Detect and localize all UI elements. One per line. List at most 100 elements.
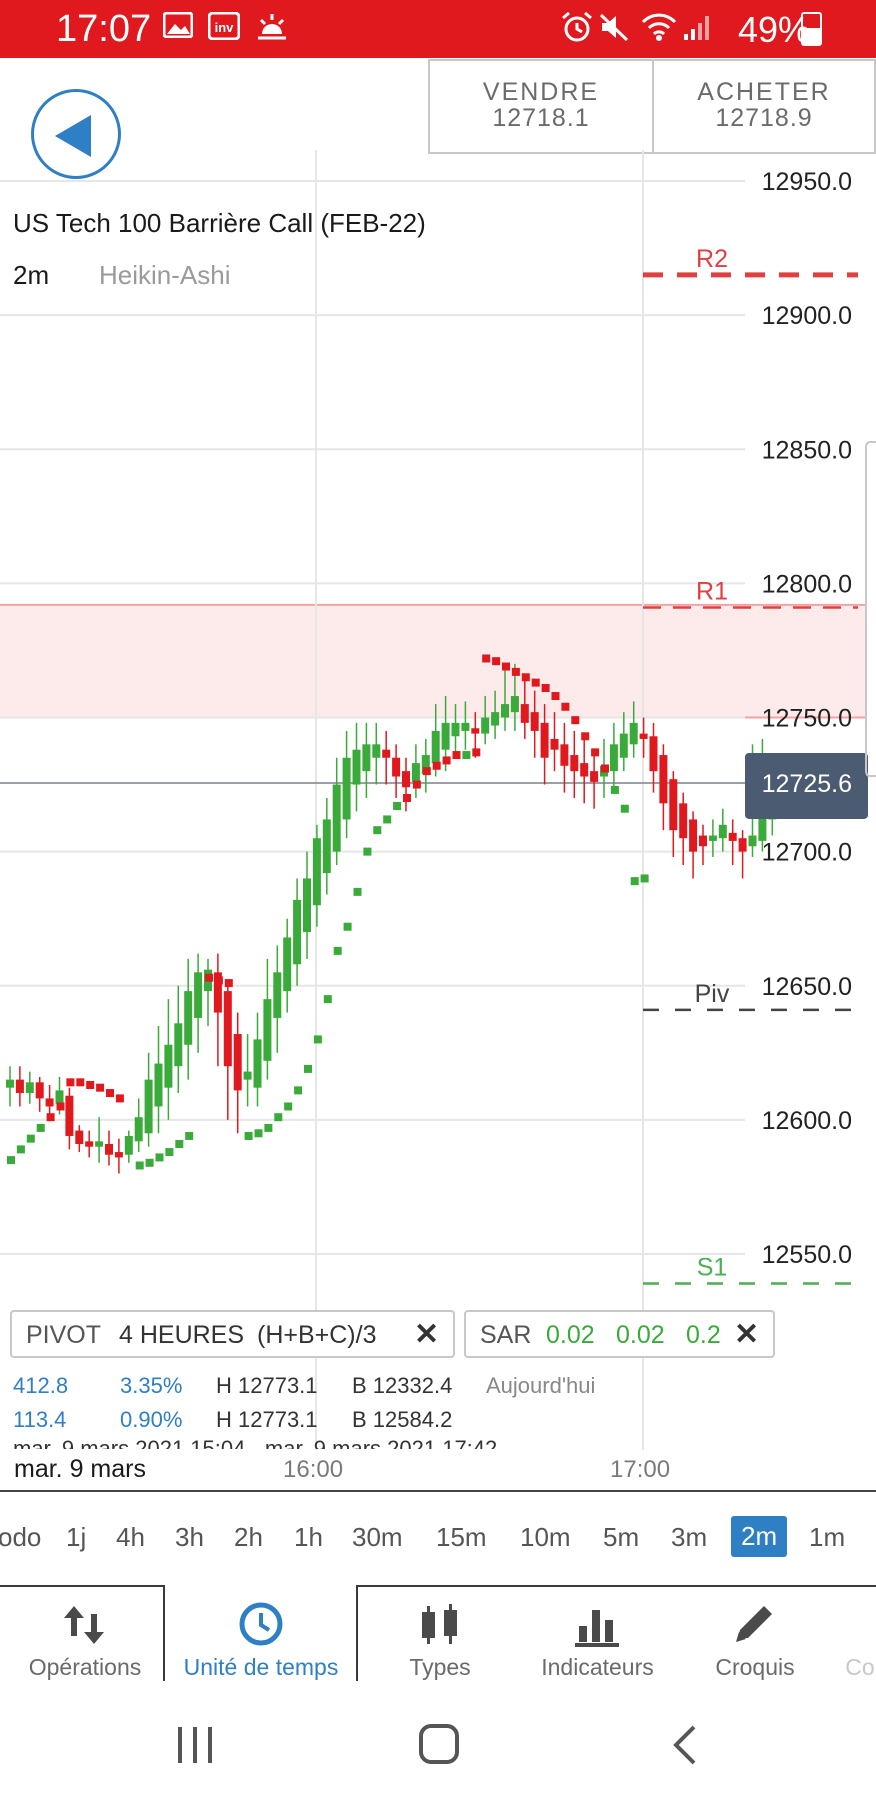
remove-sar-icon[interactable]: ✕ <box>734 1317 759 1352</box>
sell-label: VENDRE <box>482 78 600 106</box>
timeframe-1h[interactable]: 1h <box>294 1522 323 1553</box>
candle-body <box>15 1079 24 1094</box>
candle-body <box>580 763 589 777</box>
home-icon[interactable] <box>418 1723 462 1767</box>
chart-scroll-handle <box>865 441 876 777</box>
time-axis-line <box>0 1490 876 1492</box>
sar-point <box>76 1078 85 1087</box>
sar-point <box>561 702 570 711</box>
pivot-formula: (H+B+C)/3 <box>257 1321 377 1349</box>
timeframe-3h[interactable]: 3h <box>175 1522 204 1553</box>
buy-button[interactable]: ACHETER 12718.9 <box>652 59 876 154</box>
remove-pivot-icon[interactable]: ✕ <box>414 1317 439 1352</box>
weather-icon <box>256 12 288 48</box>
candle-body <box>233 1034 242 1091</box>
sar-point <box>472 748 481 757</box>
candle-body <box>530 712 539 731</box>
candle-body <box>441 722 450 750</box>
candle-body <box>352 749 361 785</box>
sar-point <box>452 751 461 760</box>
sar-point <box>284 1102 293 1111</box>
sar-point <box>353 887 362 896</box>
pivot-level-label: S1 <box>697 1254 728 1282</box>
sar-name: SAR <box>480 1321 532 1349</box>
candle-body <box>590 771 599 782</box>
candle-body <box>134 1117 143 1142</box>
tab-more[interactable]: Co <box>845 1598 875 1681</box>
recent-apps-icon[interactable] <box>176 1725 216 1765</box>
candle-body <box>689 819 698 852</box>
candle-body <box>184 991 193 1045</box>
sell-button[interactable]: VENDRE 12718.1 <box>428 59 654 154</box>
sar-point <box>46 1113 55 1122</box>
candle-body <box>194 972 203 1018</box>
timeframe-3m[interactable]: 3m <box>671 1522 707 1553</box>
tab-sketch[interactable]: Croquis <box>700 1598 810 1681</box>
candle-body <box>718 824 727 839</box>
candle-body <box>619 733 628 758</box>
candle-body <box>402 771 410 788</box>
sar-point <box>56 1102 65 1111</box>
timeframe-10m[interactable]: 10m <box>520 1522 571 1553</box>
price-chart[interactable]: R2 R1 Piv S1 12950.0 12900.0 12850.0 12800.0 127… <box>0 150 876 1450</box>
candle-body <box>639 733 648 739</box>
buy-label: ACHETER <box>697 78 831 106</box>
sar-point <box>224 979 233 988</box>
y-axis-label: 12850.0 <box>762 436 852 464</box>
timeframe-1m[interactable]: 1m <box>809 1522 845 1553</box>
bar-chart-icon <box>574 1610 619 1647</box>
sar-point <box>313 1035 322 1044</box>
stat-date-range: mar. 9 mars 2021 15:04 - mar. 9 mars 202… <box>13 1436 498 1449</box>
svg-text:inv: inv <box>215 20 235 35</box>
sar-point <box>422 767 431 776</box>
candle-body <box>520 704 529 723</box>
y-axis-label: 12600.0 <box>762 1107 852 1135</box>
timeframe-2m[interactable]: 2m <box>731 1516 788 1557</box>
tab-types[interactable]: Types <box>390 1598 490 1681</box>
tab-indicators-label: Indicateurs <box>541 1654 654 1680</box>
candle-body <box>312 838 321 906</box>
candle-body <box>35 1082 44 1099</box>
candle-body <box>303 878 311 933</box>
sar-point <box>502 662 510 671</box>
candle-body <box>55 1090 64 1104</box>
date-label: mar. 9 mars <box>14 1455 146 1483</box>
candle-body <box>105 1144 113 1155</box>
tab-operations[interactable]: Opérations <box>20 1598 150 1681</box>
resistance-zone <box>0 604 866 718</box>
candle-body <box>293 899 302 965</box>
candle-body <box>491 712 500 726</box>
transfer-arrows-icon <box>64 1606 104 1644</box>
pivot-indicator-chip[interactable]: PIVOT 4 HEURES (H+B+C)/3 ✕ <box>10 1310 455 1358</box>
system-back-icon[interactable] <box>668 1723 702 1767</box>
timeframe-odo[interactable]: odo <box>0 1522 41 1553</box>
timeframe-4h[interactable]: 4h <box>116 1522 145 1553</box>
sar-point <box>640 874 649 883</box>
sar-point <box>175 1140 184 1149</box>
tabbar-divider <box>0 1585 876 1587</box>
tab-timeframe[interactable]: Unité de temps <box>170 1598 352 1681</box>
sar-indicator-chip[interactable]: SAR 0.02 0.02 0.2 ✕ <box>464 1310 775 1358</box>
candle-body <box>253 1039 262 1088</box>
candle-body <box>273 972 282 1018</box>
pivot-name: PIVOT <box>26 1321 102 1349</box>
tab-types-label: Types <box>409 1654 471 1680</box>
timeframe-30m[interactable]: 30m <box>352 1522 403 1553</box>
tab-indicators[interactable]: Indicateurs <box>530 1598 665 1681</box>
candle-body <box>6 1079 14 1088</box>
candle-body <box>669 779 678 831</box>
timeframe-5m[interactable]: 5m <box>603 1522 639 1553</box>
timeframe-15m[interactable]: 15m <box>436 1522 487 1553</box>
sar-param-2: 0.02 <box>616 1321 665 1349</box>
candle-body <box>263 999 272 1061</box>
sar-point <box>531 678 540 687</box>
sar-point <box>442 756 451 765</box>
sar-point <box>155 1153 164 1162</box>
timeframe-2h[interactable]: 2h <box>234 1522 263 1553</box>
candle-body <box>461 722 470 731</box>
sar-point <box>363 847 372 856</box>
sar-point <box>610 785 619 794</box>
stat-high-1: H 12773.1 <box>216 1373 318 1398</box>
sar-point <box>343 922 352 931</box>
timeframe-1j[interactable]: 1j <box>66 1522 86 1553</box>
